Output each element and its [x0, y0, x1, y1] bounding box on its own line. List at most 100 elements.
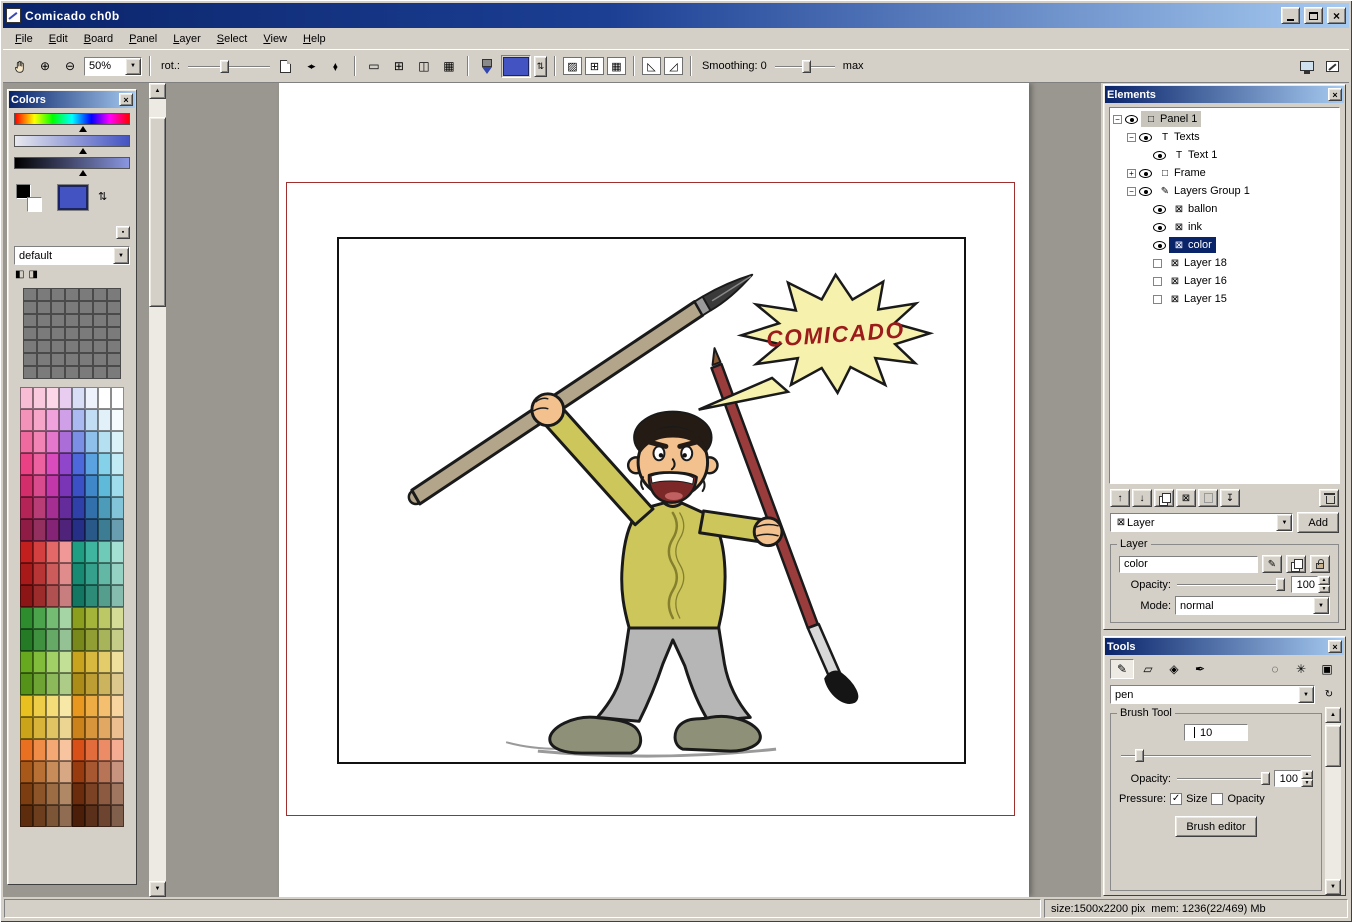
color-swatch[interactable] — [46, 805, 59, 827]
tree-item-frame[interactable]: +□Frame — [1110, 164, 1339, 182]
gray-swatch[interactable] — [93, 327, 107, 340]
mask-pen-button[interactable]: ▨ — [563, 57, 582, 75]
color-swatch[interactable] — [111, 475, 124, 497]
eraser-tool-button[interactable]: ▱ — [1136, 659, 1160, 679]
gray-swatch[interactable] — [51, 353, 65, 366]
gray-swatch[interactable] — [23, 288, 37, 301]
gray-swatch[interactable] — [79, 314, 93, 327]
tool-preset-combobox[interactable]: pen ▼ — [1110, 685, 1315, 704]
color-swatch[interactable] — [98, 695, 111, 717]
color-swatch[interactable] — [111, 563, 124, 585]
visibility-eye-icon[interactable] — [1139, 133, 1152, 142]
menu-item-file[interactable]: File — [7, 30, 41, 48]
color-swatch[interactable] — [46, 541, 59, 563]
smoothing-slider[interactable] — [773, 58, 837, 75]
gray-swatch[interactable] — [51, 340, 65, 353]
export-element-button[interactable]: ↧ — [1220, 489, 1240, 507]
color-swatch[interactable] — [59, 629, 72, 651]
color-swatch[interactable] — [46, 761, 59, 783]
brush-scroll-down-button[interactable]: ▼ — [1325, 879, 1341, 895]
gray-swatch[interactable] — [79, 301, 93, 314]
tree-expander[interactable]: − — [1127, 133, 1136, 142]
gray-swatch[interactable] — [65, 301, 79, 314]
gray-swatch[interactable] — [65, 327, 79, 340]
colors-panel-titlebar[interactable]: Colors × — [9, 91, 135, 108]
color-swatch[interactable] — [59, 563, 72, 585]
mask-grid-button[interactable]: ⊞ — [585, 57, 604, 75]
menu-item-layer[interactable]: Layer — [165, 30, 209, 48]
color-swatch[interactable] — [59, 673, 72, 695]
color-swatch[interactable] — [46, 739, 59, 761]
color-swatch[interactable] — [59, 541, 72, 563]
gray-swatch[interactable] — [23, 314, 37, 327]
color-swatch[interactable] — [111, 739, 124, 761]
scrollbar-track[interactable] — [149, 99, 166, 881]
brush-opacity-spinner[interactable]: 100 ▲▼ — [1274, 770, 1313, 787]
color-swatch[interactable] — [46, 409, 59, 431]
draw-color-button[interactable] — [476, 56, 498, 77]
tree-item-layers-group-1[interactable]: −✎Layers Group 1 — [1110, 182, 1339, 200]
gray-swatch[interactable] — [23, 353, 37, 366]
value-marker[interactable] — [79, 170, 87, 176]
color-swatch[interactable] — [111, 585, 124, 607]
color-swatch[interactable] — [20, 497, 33, 519]
canvas-area[interactable]: ▲ ▼ — [3, 83, 1101, 897]
color-swatch[interactable] — [20, 475, 33, 497]
gray-swatch[interactable] — [65, 288, 79, 301]
color-swatch[interactable] — [46, 629, 59, 651]
visibility-eye-icon[interactable] — [1153, 205, 1166, 214]
brush-opacity-thumb[interactable] — [1261, 772, 1270, 785]
color-swatch[interactable] — [59, 717, 72, 739]
saturation-bar[interactable] — [14, 135, 130, 147]
gray-swatch[interactable] — [107, 314, 121, 327]
color-swatch[interactable] — [85, 761, 98, 783]
gray-swatch[interactable] — [51, 288, 65, 301]
brush-scroll-up-button[interactable]: ▲ — [1325, 707, 1341, 723]
panel-layout-multi-button[interactable]: ▦ — [438, 56, 460, 77]
menu-item-help[interactable]: Help — [295, 30, 334, 48]
color-swatch[interactable] — [85, 717, 98, 739]
color-swatch[interactable] — [20, 651, 33, 673]
color-swatch[interactable] — [85, 497, 98, 519]
color-swatch[interactable] — [85, 805, 98, 827]
color-swatch[interactable] — [85, 453, 98, 475]
color-swatch[interactable] — [85, 783, 98, 805]
color-swatch[interactable] — [33, 431, 46, 453]
color-swatch[interactable] — [33, 805, 46, 827]
color-swatch[interactable] — [72, 673, 85, 695]
panel-layout-single-button[interactable]: ▭ — [363, 56, 385, 77]
visibility-checkbox[interactable] — [1153, 259, 1162, 268]
panel-layout-grid-button[interactable]: ⊞ — [388, 56, 410, 77]
color-swatch[interactable] — [72, 739, 85, 761]
color-swatch[interactable] — [33, 629, 46, 651]
color-swatch[interactable] — [20, 783, 33, 805]
color-swatch[interactable] — [33, 475, 46, 497]
tree-item-layer-16[interactable]: ⊠Layer 16 — [1110, 272, 1339, 290]
color-swatch[interactable] — [46, 387, 59, 409]
color-swatch[interactable] — [111, 519, 124, 541]
color-swatch[interactable] — [20, 629, 33, 651]
gray-swatch[interactable] — [51, 314, 65, 327]
color-swatch[interactable] — [33, 387, 46, 409]
color-swatch[interactable] — [85, 387, 98, 409]
color-swatch[interactable] — [59, 607, 72, 629]
gray-swatch[interactable] — [107, 366, 121, 379]
color-swatch[interactable] — [111, 607, 124, 629]
eyedropper-tool-button[interactable]: ✒ — [1188, 659, 1212, 679]
layer-opacity-thumb[interactable] — [1276, 578, 1285, 591]
gray-swatch[interactable] — [65, 366, 79, 379]
gray-swatch[interactable] — [23, 340, 37, 353]
color-swatch[interactable] — [20, 431, 33, 453]
color-swatch[interactable] — [111, 651, 124, 673]
color-swatch[interactable] — [85, 431, 98, 453]
color-swatch[interactable] — [33, 717, 46, 739]
color-swatch[interactable] — [33, 453, 46, 475]
color-swatch[interactable] — [111, 409, 124, 431]
canvas-vertical-scrollbar[interactable]: ▲ ▼ — [149, 83, 166, 897]
menu-item-view[interactable]: View — [255, 30, 295, 48]
color-swatch[interactable] — [33, 673, 46, 695]
gray-swatch[interactable] — [79, 340, 93, 353]
color-swatch[interactable] — [98, 563, 111, 585]
gray-swatch[interactable] — [79, 366, 93, 379]
color-swatch[interactable] — [59, 453, 72, 475]
